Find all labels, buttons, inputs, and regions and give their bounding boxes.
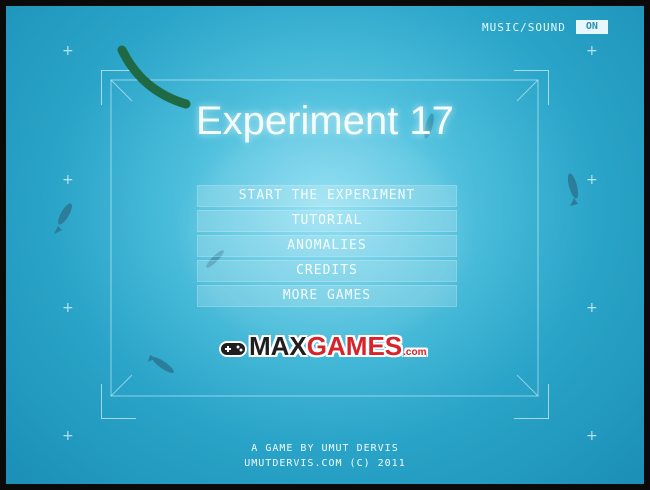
credits-button[interactable]: CREDITS: [197, 260, 457, 282]
main-menu: START THE EXPERIMENT TUTORIAL ANOMALIES …: [197, 185, 457, 310]
anomalies-button[interactable]: ANOMALIES: [197, 235, 457, 257]
author-credit: A GAME BY UMUT DERVIS: [251, 443, 399, 454]
start-experiment-button[interactable]: START THE EXPERIMENT: [197, 185, 457, 207]
maxgames-logo[interactable]: MAX GAMES .com: [219, 331, 426, 367]
fish-icon: [148, 355, 174, 373]
logo-max-text: MAX: [249, 330, 307, 361]
game-screen: MUSIC/SOUND ON + + + + + + + + Experimen…: [6, 6, 644, 484]
eel-icon: [117, 45, 191, 109]
gamepad-icon: [219, 341, 247, 357]
more-games-button[interactable]: MORE GAMES: [197, 285, 457, 307]
maxgames-wordmark: MAX GAMES .com: [249, 328, 426, 371]
website-copyright[interactable]: UMUTDERVIS.COM (C) 2011: [6, 458, 644, 469]
tutorial-button[interactable]: TUTORIAL: [197, 210, 457, 232]
logo-games-text: GAMES: [306, 330, 403, 361]
fish-icon: [567, 173, 579, 206]
fish-icon: [54, 203, 72, 234]
logo-com-text: .com: [403, 346, 427, 358]
game-title: Experiment 17: [196, 99, 454, 143]
